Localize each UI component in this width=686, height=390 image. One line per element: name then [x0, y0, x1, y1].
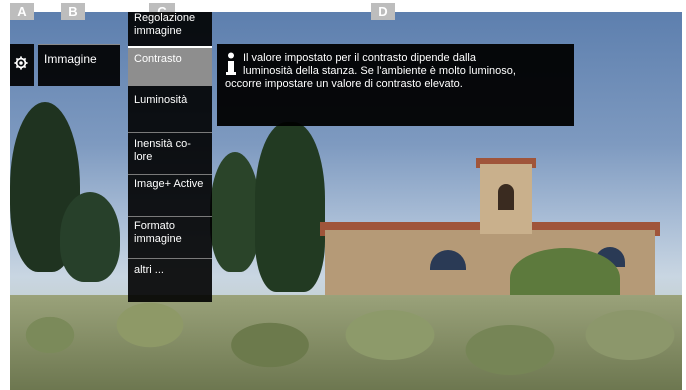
info-text-line2: luminosità della stanza. Se l'ambiente è…: [243, 65, 516, 77]
menu-item-formato-immagine[interactable]: Formato immagine: [128, 220, 212, 254]
menu-item-label: Inensità co-lore: [134, 138, 191, 163]
marker-d: D: [371, 3, 395, 20]
category-label: Immagine: [44, 52, 97, 66]
menu-item-contrasto[interactable]: Contrasto: [128, 46, 212, 86]
info-text-line1: Il valore impostato per il contrasto dip…: [243, 52, 476, 64]
marker-b: B: [61, 3, 85, 20]
gear-icon: [14, 56, 28, 70]
olive-shrubs: [10, 295, 682, 390]
menu-item-label: Formato immagine: [134, 220, 182, 245]
info-panel: Il valore impostato per il contrasto dip…: [217, 44, 574, 126]
menu-item-luminosita[interactable]: Luminosità: [128, 94, 212, 114]
divider: [38, 44, 120, 45]
info-icon: [226, 52, 236, 75]
menu-item-label: Contrasto: [134, 53, 182, 65]
marker-a: A: [10, 3, 34, 20]
menu-item-altri[interactable]: altri ...: [128, 264, 212, 280]
settings-menu-icon-box[interactable]: [10, 44, 34, 86]
submenu-panel: Regolazione immagine Contrasto Luminosit…: [128, 12, 212, 302]
menu-item-image-active[interactable]: Image+ Active: [128, 178, 212, 212]
divider: [128, 216, 212, 217]
menu-item-intensita-colore[interactable]: Inensità co-lore: [128, 138, 212, 172]
menu-item-label: altri ...: [134, 264, 164, 276]
menu-item-label: Image+ Active: [134, 178, 204, 190]
submenu-title: Regolazione immagine: [134, 12, 196, 37]
divider: [128, 174, 212, 175]
divider: [128, 258, 212, 259]
info-text-line3: occorre impostare un valore di contrasto…: [225, 78, 463, 90]
divider: [128, 132, 212, 133]
menu-item-label: Luminosità: [134, 94, 188, 106]
bell-window: [498, 184, 514, 210]
menu-category-immagine[interactable]: Immagine: [38, 44, 120, 86]
